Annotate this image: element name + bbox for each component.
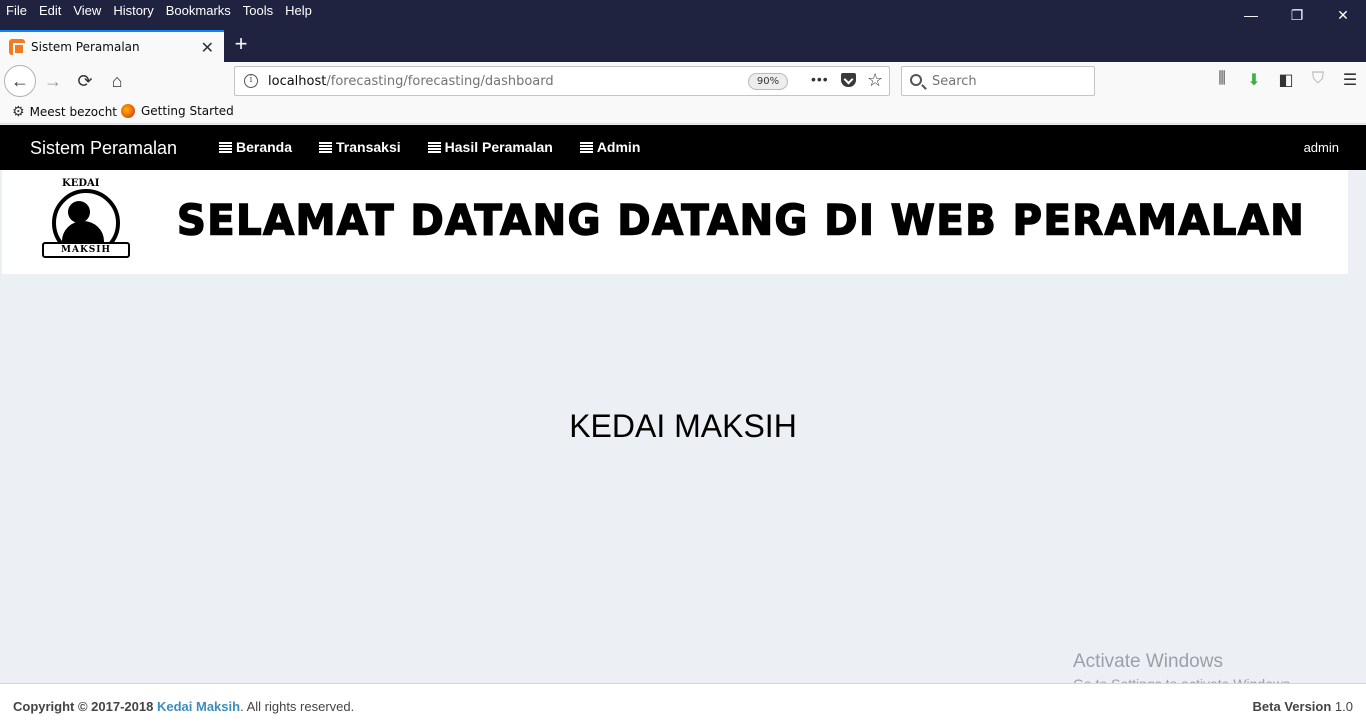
zoom-level-badge[interactable]: 90%: [748, 73, 788, 90]
app-navbar: Sistem Peramalan Beranda Transaksi Hasil…: [0, 125, 1366, 170]
menu-icon[interactable]: ☰: [1334, 70, 1366, 90]
pocket-icon[interactable]: [841, 73, 856, 87]
shield-icon[interactable]: ⛉: [1302, 70, 1334, 90]
menu-bookmarks[interactable]: Bookmarks: [160, 2, 237, 20]
nav-label: Transaksi: [336, 139, 401, 155]
page-footer: Copyright © 2017-2018 Kedai Maksih. All …: [0, 683, 1366, 728]
version-number: 1.0: [1334, 699, 1353, 714]
welcome-banner: KEDAI MAKSIH SELAMAT DATANG DATANG DI WE…: [2, 170, 1348, 274]
xampp-favicon-icon: [9, 39, 25, 55]
restore-button[interactable]: ❐: [1274, 0, 1320, 30]
home-button[interactable]: ⌂: [102, 66, 132, 96]
back-button[interactable]: ←: [4, 65, 36, 97]
bookmark-getting-started[interactable]: Getting Started: [121, 104, 234, 118]
sidebar-icon[interactable]: ◧: [1270, 70, 1302, 90]
library-icon[interactable]: ⫼: [1206, 70, 1238, 90]
nav-item-hasil-peramalan[interactable]: Hasil Peramalan: [427, 139, 553, 155]
site-info-icon[interactable]: i: [244, 74, 258, 88]
bookmark-label: Meest bezocht: [29, 105, 118, 119]
menu-tools[interactable]: Tools: [237, 2, 279, 20]
menu-edit[interactable]: Edit: [33, 2, 67, 20]
forward-button[interactable]: →: [38, 66, 68, 96]
tab-sistem-peramalan[interactable]: Sistem Peramalan ✕: [0, 30, 224, 62]
welcome-heading: SELAMAT DATANG DATANG DI WEB PERAMALAN: [176, 196, 1306, 246]
logo-ribbon: MAKSIH: [42, 242, 130, 258]
url-text[interactable]: localhost/forecasting/forecasting/dashbo…: [268, 74, 554, 89]
bookmark-label: Getting Started: [141, 104, 234, 118]
brand-link[interactable]: Sistem Peramalan: [30, 138, 177, 159]
bookmark-star-icon[interactable]: ☆: [867, 70, 883, 91]
nav-label: Beranda: [236, 139, 293, 155]
menu-help[interactable]: Help: [279, 2, 318, 20]
page-title: KEDAI MAKSIH: [569, 408, 797, 444]
reload-button[interactable]: ⟳: [70, 66, 100, 96]
bookmarks-toolbar: ⚙ Meest bezocht Getting Started: [0, 100, 1366, 124]
menu-view[interactable]: View: [67, 2, 107, 20]
search-bar[interactable]: [901, 66, 1095, 96]
version-label: Beta Version: [1252, 699, 1332, 714]
watermark-line-1: Activate Windows: [1073, 651, 1223, 672]
copyright-text: Copyright © 2017-2018 Kedai Maksih. All …: [13, 699, 354, 714]
tab-title: Sistem Peramalan: [31, 40, 140, 54]
logo-bottom-text: MAKSIH: [61, 245, 111, 255]
list-icon: [319, 141, 333, 153]
copyright-prefix: Copyright © 2017-2018: [13, 699, 154, 714]
kedai-maksih-logo: KEDAI MAKSIH: [40, 178, 132, 266]
list-icon: [219, 141, 232, 153]
menu-file[interactable]: File: [0, 2, 33, 20]
close-tab-icon[interactable]: ✕: [201, 38, 214, 58]
version-info: Beta Version 1.0: [1253, 699, 1353, 714]
new-tab-button[interactable]: +: [230, 31, 252, 57]
bookmark-meest-bezocht[interactable]: ⚙ Meest bezocht: [12, 104, 117, 120]
list-icon: [579, 141, 593, 153]
user-menu[interactable]: admin: [1304, 140, 1339, 155]
download-icon[interactable]: ⬇: [1238, 70, 1270, 90]
tab-strip: Sistem Peramalan ✕ +: [0, 28, 1366, 62]
list-icon: [427, 141, 441, 153]
nav-item-beranda[interactable]: Beranda: [219, 139, 292, 155]
search-icon: [910, 74, 922, 86]
nav-label: Hasil Peramalan: [444, 139, 553, 155]
minimize-button[interactable]: —: [1228, 0, 1274, 30]
nav-item-admin[interactable]: Admin: [579, 139, 641, 155]
nav-item-transaksi[interactable]: Transaksi: [319, 139, 401, 155]
nav-toolbar: ← → ⟳ ⌂ i localhost/forecasting/forecast…: [0, 62, 1366, 100]
page-actions-icon[interactable]: •••: [811, 71, 829, 87]
rights-text: . All rights reserved.: [240, 699, 355, 714]
company-link[interactable]: Kedai Maksih: [157, 699, 240, 714]
menu-history[interactable]: History: [107, 2, 159, 20]
gear-icon: ⚙: [12, 104, 25, 120]
firefox-icon: [121, 104, 135, 118]
nav-label: Admin: [596, 139, 641, 155]
search-input[interactable]: [932, 72, 1082, 90]
logo-top-text: KEDAI: [62, 178, 100, 189]
close-window-button[interactable]: ✕: [1320, 0, 1366, 30]
url-bar[interactable]: i localhost/forecasting/forecasting/dash…: [234, 66, 890, 96]
